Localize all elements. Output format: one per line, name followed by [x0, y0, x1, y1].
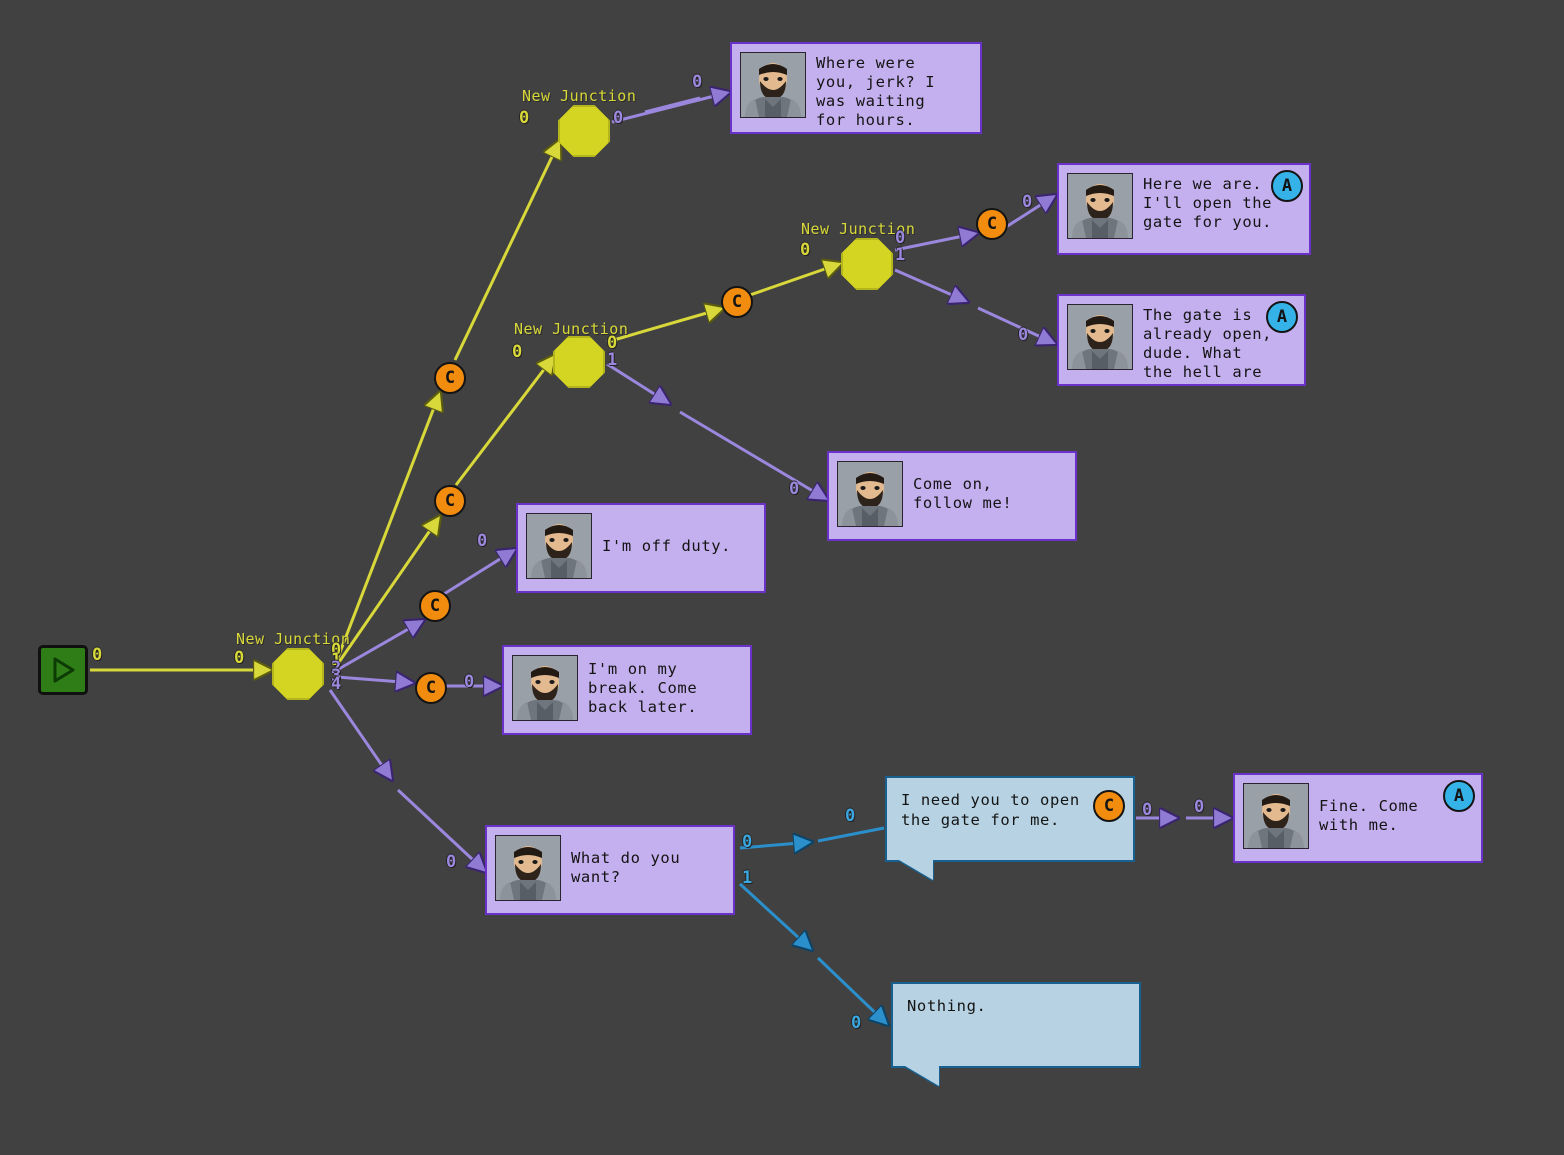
npc-node-waiting[interactable]: Where were you, jerk? I was waiting for … [730, 42, 982, 134]
edge-jtop-to-waiting-seg [644, 96, 701, 114]
port-jright-in[interactable]: 0 [800, 240, 810, 260]
condition-badge-4[interactable]: C [415, 672, 447, 704]
npc-node-here-we-are[interactable]: Here we are. I'll open the gate for you.… [1057, 163, 1311, 255]
guard-portrait-icon [1067, 173, 1133, 239]
port-jmid-in[interactable]: 0 [512, 342, 522, 362]
choice-text-nothing: Nothing. [907, 997, 987, 1015]
choice-node-nothing[interactable]: Nothing. [891, 982, 1141, 1086]
bubble-tail [685, 913, 719, 915]
port-whatwant-out-1[interactable]: 1 [742, 868, 752, 888]
bubble-tail [1433, 861, 1467, 863]
edge-whatwant-to-opengate-seg [817, 826, 885, 843]
action-badge-already[interactable]: A [1266, 301, 1298, 333]
npc-text-on-break: I'm on my break. Come back later. [588, 660, 698, 716]
edge-main-to-cond2 [335, 516, 440, 666]
port-whatwant-out-0[interactable]: 0 [742, 832, 752, 852]
junction-node-top[interactable] [558, 105, 610, 157]
condition-badge-1[interactable]: C [434, 362, 466, 394]
edge-jright-to-already-a [894, 268, 968, 302]
edge-main-to-whatwant-a [328, 689, 392, 780]
port-jtop-in[interactable]: 0 [519, 108, 529, 128]
port-followme-in[interactable]: 0 [789, 479, 799, 499]
edge-layer [90, 0, 1564, 1155]
npc-node-already-open[interactable]: The gate is already open, dude. What the… [1057, 294, 1306, 386]
bubble-tail [1256, 384, 1290, 386]
npc-node-follow-me[interactable]: Come on, follow me! [827, 451, 1077, 541]
dialogue-graph-canvas[interactable]: 0 New Junction 0 0 1 2 3 4 New Junction … [0, 0, 1564, 1155]
npc-node-what-want[interactable]: What do you want? [485, 825, 735, 915]
port-jtop-out-0[interactable]: 0 [613, 108, 623, 128]
bubble-tail [702, 733, 736, 735]
bubble-tail [932, 132, 966, 134]
port-opengate-mid[interactable]: 0 [1142, 800, 1152, 820]
npc-node-off-duty[interactable]: I'm off duty. [516, 503, 766, 593]
condition-badge-5[interactable]: C [721, 286, 753, 318]
bubble-tail [1027, 539, 1061, 541]
port-here-in[interactable]: 0 [1022, 192, 1032, 212]
choice-tail [905, 1066, 939, 1086]
port-start-out[interactable]: 0 [92, 645, 102, 665]
npc-text-fine-come: Fine. Come with me. [1319, 797, 1419, 834]
action-badge-here[interactable]: A [1271, 170, 1303, 202]
choice-tail [899, 860, 933, 880]
port-nothing-in[interactable]: 0 [851, 1013, 861, 1033]
junction-node-main[interactable] [272, 648, 324, 700]
edge-cond3-to-offduty [443, 549, 516, 596]
port-waiting-in[interactable]: 0 [692, 72, 702, 92]
npc-text-here-we-are: Here we are. I'll open the gate for you. [1143, 175, 1273, 231]
npc-text-already-open: The gate is already open, dude. What the… [1143, 306, 1273, 384]
npc-text-off-duty: I'm off duty. [602, 537, 732, 555]
condition-badge-3[interactable]: C [419, 590, 451, 622]
port-main-out-4[interactable]: 4 [331, 674, 341, 694]
edge-main-to-cond4 [336, 677, 414, 683]
action-badge-fine[interactable]: A [1443, 780, 1475, 812]
condition-badge-2[interactable]: C [434, 485, 466, 517]
edge-main-to-cond1 [335, 392, 440, 661]
play-icon [50, 656, 76, 684]
guard-portrait-icon [1243, 783, 1309, 849]
condition-badge-6[interactable]: C [976, 208, 1008, 240]
port-already-in[interactable]: 0 [1018, 325, 1028, 345]
condition-badge-opengate[interactable]: C [1093, 790, 1125, 822]
port-jmid-out-1[interactable]: 1 [607, 350, 617, 370]
guard-portrait-icon [526, 513, 592, 579]
npc-text-what-want: What do you want? [571, 849, 681, 886]
start-node[interactable] [38, 645, 88, 695]
port-jright-out-1[interactable]: 1 [895, 245, 905, 265]
junction-node-mid[interactable] [553, 336, 605, 388]
junction-node-right[interactable] [841, 238, 893, 290]
port-fine-in[interactable]: 0 [1194, 797, 1204, 817]
npc-text-waiting: Where were you, jerk? I was waiting for … [816, 54, 936, 129]
edge-jmid-to-followme-a [606, 362, 670, 404]
guard-portrait-icon [495, 835, 561, 901]
npc-text-follow-me: Come on, follow me! [913, 475, 1013, 512]
bubble-tail [1261, 253, 1295, 255]
guard-portrait-icon [740, 52, 806, 118]
guard-portrait-icon [837, 461, 903, 527]
choice-node-open-gate[interactable]: I need you to open the gate for me. C [885, 776, 1135, 880]
junction-label-top: New Junction [522, 87, 637, 105]
edge-whatwant-to-nothing-a [738, 882, 812, 950]
edge-jright-to-already-b [977, 306, 1056, 344]
port-whatwant-in[interactable]: 0 [446, 852, 456, 872]
port-opengate-in[interactable]: 0 [845, 806, 855, 826]
npc-node-fine-come[interactable]: Fine. Come with me. A [1233, 773, 1483, 863]
port-onbreak-in[interactable]: 0 [464, 672, 474, 692]
guard-portrait-icon [512, 655, 578, 721]
edge-cond2-to-jmid [454, 355, 555, 486]
guard-portrait-icon [1067, 304, 1133, 370]
bubble-tail [716, 591, 750, 593]
port-main-in[interactable]: 0 [234, 648, 244, 668]
edge-main-to-whatwant-b [396, 788, 486, 872]
edge-jmid-to-followme-b [679, 410, 828, 500]
npc-node-on-break[interactable]: I'm on my break. Come back later. [502, 645, 752, 735]
edge-cond5-to-jright [749, 263, 842, 297]
port-offduty-in[interactable]: 0 [477, 531, 487, 551]
